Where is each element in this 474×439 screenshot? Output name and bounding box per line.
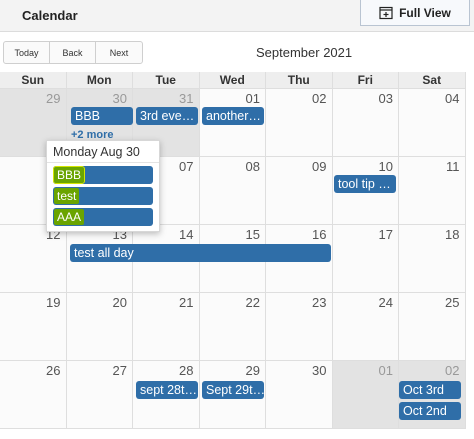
day-cell[interactable]: 26	[0, 361, 67, 429]
weekday-header: Mon	[66, 72, 133, 89]
day-number[interactable]: 03	[379, 91, 393, 106]
day-cell[interactable]: 30	[266, 361, 333, 429]
day-cell[interactable]: 12	[0, 225, 67, 293]
weekday-header: Tue	[133, 72, 200, 89]
day-cell[interactable]: 18	[399, 225, 466, 293]
weekday-header: Sat	[399, 72, 466, 89]
day-number[interactable]: 01	[379, 363, 393, 378]
day-number[interactable]: 20	[113, 295, 127, 310]
day-number[interactable]: 19	[46, 295, 60, 310]
day-number[interactable]: 17	[379, 227, 393, 242]
full-view-label: Full View	[399, 5, 451, 20]
weekday-header-row: Sun Mon Tue Wed Thu Fri Sat	[0, 72, 466, 89]
back-button[interactable]: Back	[50, 42, 96, 63]
event-bbb[interactable]: BBB	[71, 107, 133, 125]
today-button[interactable]: Today	[4, 42, 50, 63]
day-number[interactable]: 08	[246, 159, 260, 174]
day-cell[interactable]: 09	[266, 157, 333, 225]
day-number[interactable]: 21	[179, 295, 193, 310]
day-cell[interactable]: 11	[399, 157, 466, 225]
day-cell[interactable]: 23	[266, 293, 333, 361]
day-cell[interactable]: 20	[66, 293, 133, 361]
day-cell[interactable]: 25	[399, 293, 466, 361]
day-number[interactable]: 29	[246, 363, 260, 378]
day-cell[interactable]: 24	[332, 293, 399, 361]
day-number[interactable]: 11	[446, 159, 460, 174]
day-cell[interactable]: 17	[332, 225, 399, 293]
day-cell[interactable]: 08	[199, 157, 266, 225]
weekday-header: Thu	[266, 72, 333, 89]
day-cell[interactable]: 02	[266, 89, 333, 157]
event-sept-29th[interactable]: Sept 29t…	[202, 381, 264, 399]
expand-icon	[379, 6, 393, 19]
popover-title: Monday Aug 30	[47, 141, 159, 163]
popover-event-aaa[interactable]: AAA	[53, 208, 153, 226]
day-number[interactable]: 09	[312, 159, 326, 174]
day-cell[interactable]: 21	[133, 293, 200, 361]
day-cell[interactable]: 27	[66, 361, 133, 429]
day-number[interactable]: 28	[179, 363, 193, 378]
nav-button-group: Today Back Next	[3, 41, 143, 64]
event-another[interactable]: another…	[202, 107, 264, 125]
calendar-header: Calendar Full View	[0, 0, 474, 32]
popover-event-label: AAA	[54, 209, 85, 225]
weekday-header: Sun	[0, 72, 67, 89]
popover-event-test[interactable]: test	[53, 187, 153, 205]
day-number[interactable]: 26	[46, 363, 60, 378]
day-cell[interactable]: 19	[0, 293, 67, 361]
day-number[interactable]: 07	[179, 159, 193, 174]
next-button[interactable]: Next	[96, 42, 142, 63]
event-3rd-event[interactable]: 3rd eve…	[136, 107, 198, 125]
popover-event-label: test	[54, 188, 80, 204]
weekday-header: Fri	[332, 72, 399, 89]
weekday-header: Wed	[199, 72, 266, 89]
popover-event-label: BBB	[52, 166, 86, 184]
popover-event-bbb[interactable]: BBB	[52, 166, 153, 184]
day-number[interactable]: 24	[379, 295, 393, 310]
week-row: 19 20 21 22 23 24 25	[0, 293, 466, 361]
day-number[interactable]: 27	[113, 363, 127, 378]
day-cell[interactable]: 22	[199, 293, 266, 361]
month-label: September 2021	[256, 45, 353, 60]
event-tool-tip[interactable]: tool tip …	[334, 175, 396, 193]
day-number[interactable]: 02	[445, 363, 459, 378]
day-number[interactable]: 16	[312, 227, 326, 242]
day-number[interactable]: 25	[445, 295, 459, 310]
event-oct-3rd[interactable]: Oct 3rd	[399, 381, 461, 399]
event-sept-28th[interactable]: sept 28t…	[136, 381, 198, 399]
day-number[interactable]: 14	[179, 227, 193, 242]
day-number[interactable]: 23	[312, 295, 326, 310]
day-number[interactable]: 18	[445, 227, 459, 242]
full-view-button[interactable]: Full View	[360, 0, 470, 26]
day-number[interactable]: 04	[445, 91, 459, 106]
day-number[interactable]: 31	[179, 91, 193, 106]
day-cell[interactable]: 03	[332, 89, 399, 157]
day-number[interactable]: 30	[113, 91, 127, 106]
day-number[interactable]: 22	[246, 295, 260, 310]
day-cell[interactable]: 01	[332, 361, 399, 429]
event-oct-2nd[interactable]: Oct 2nd	[399, 402, 461, 420]
day-cell[interactable]: 04	[399, 89, 466, 157]
day-number[interactable]: 15	[246, 227, 260, 242]
calendar-title: Calendar	[22, 8, 78, 23]
day-number[interactable]: 02	[312, 91, 326, 106]
day-number[interactable]: 01	[246, 91, 260, 106]
day-number[interactable]: 29	[46, 91, 60, 106]
event-test-all-day[interactable]: test all day	[70, 244, 331, 262]
day-number[interactable]: 10	[379, 159, 393, 174]
more-events-popover: Monday Aug 30 BBB test AAA	[46, 140, 160, 232]
day-number[interactable]: 30	[312, 363, 326, 378]
